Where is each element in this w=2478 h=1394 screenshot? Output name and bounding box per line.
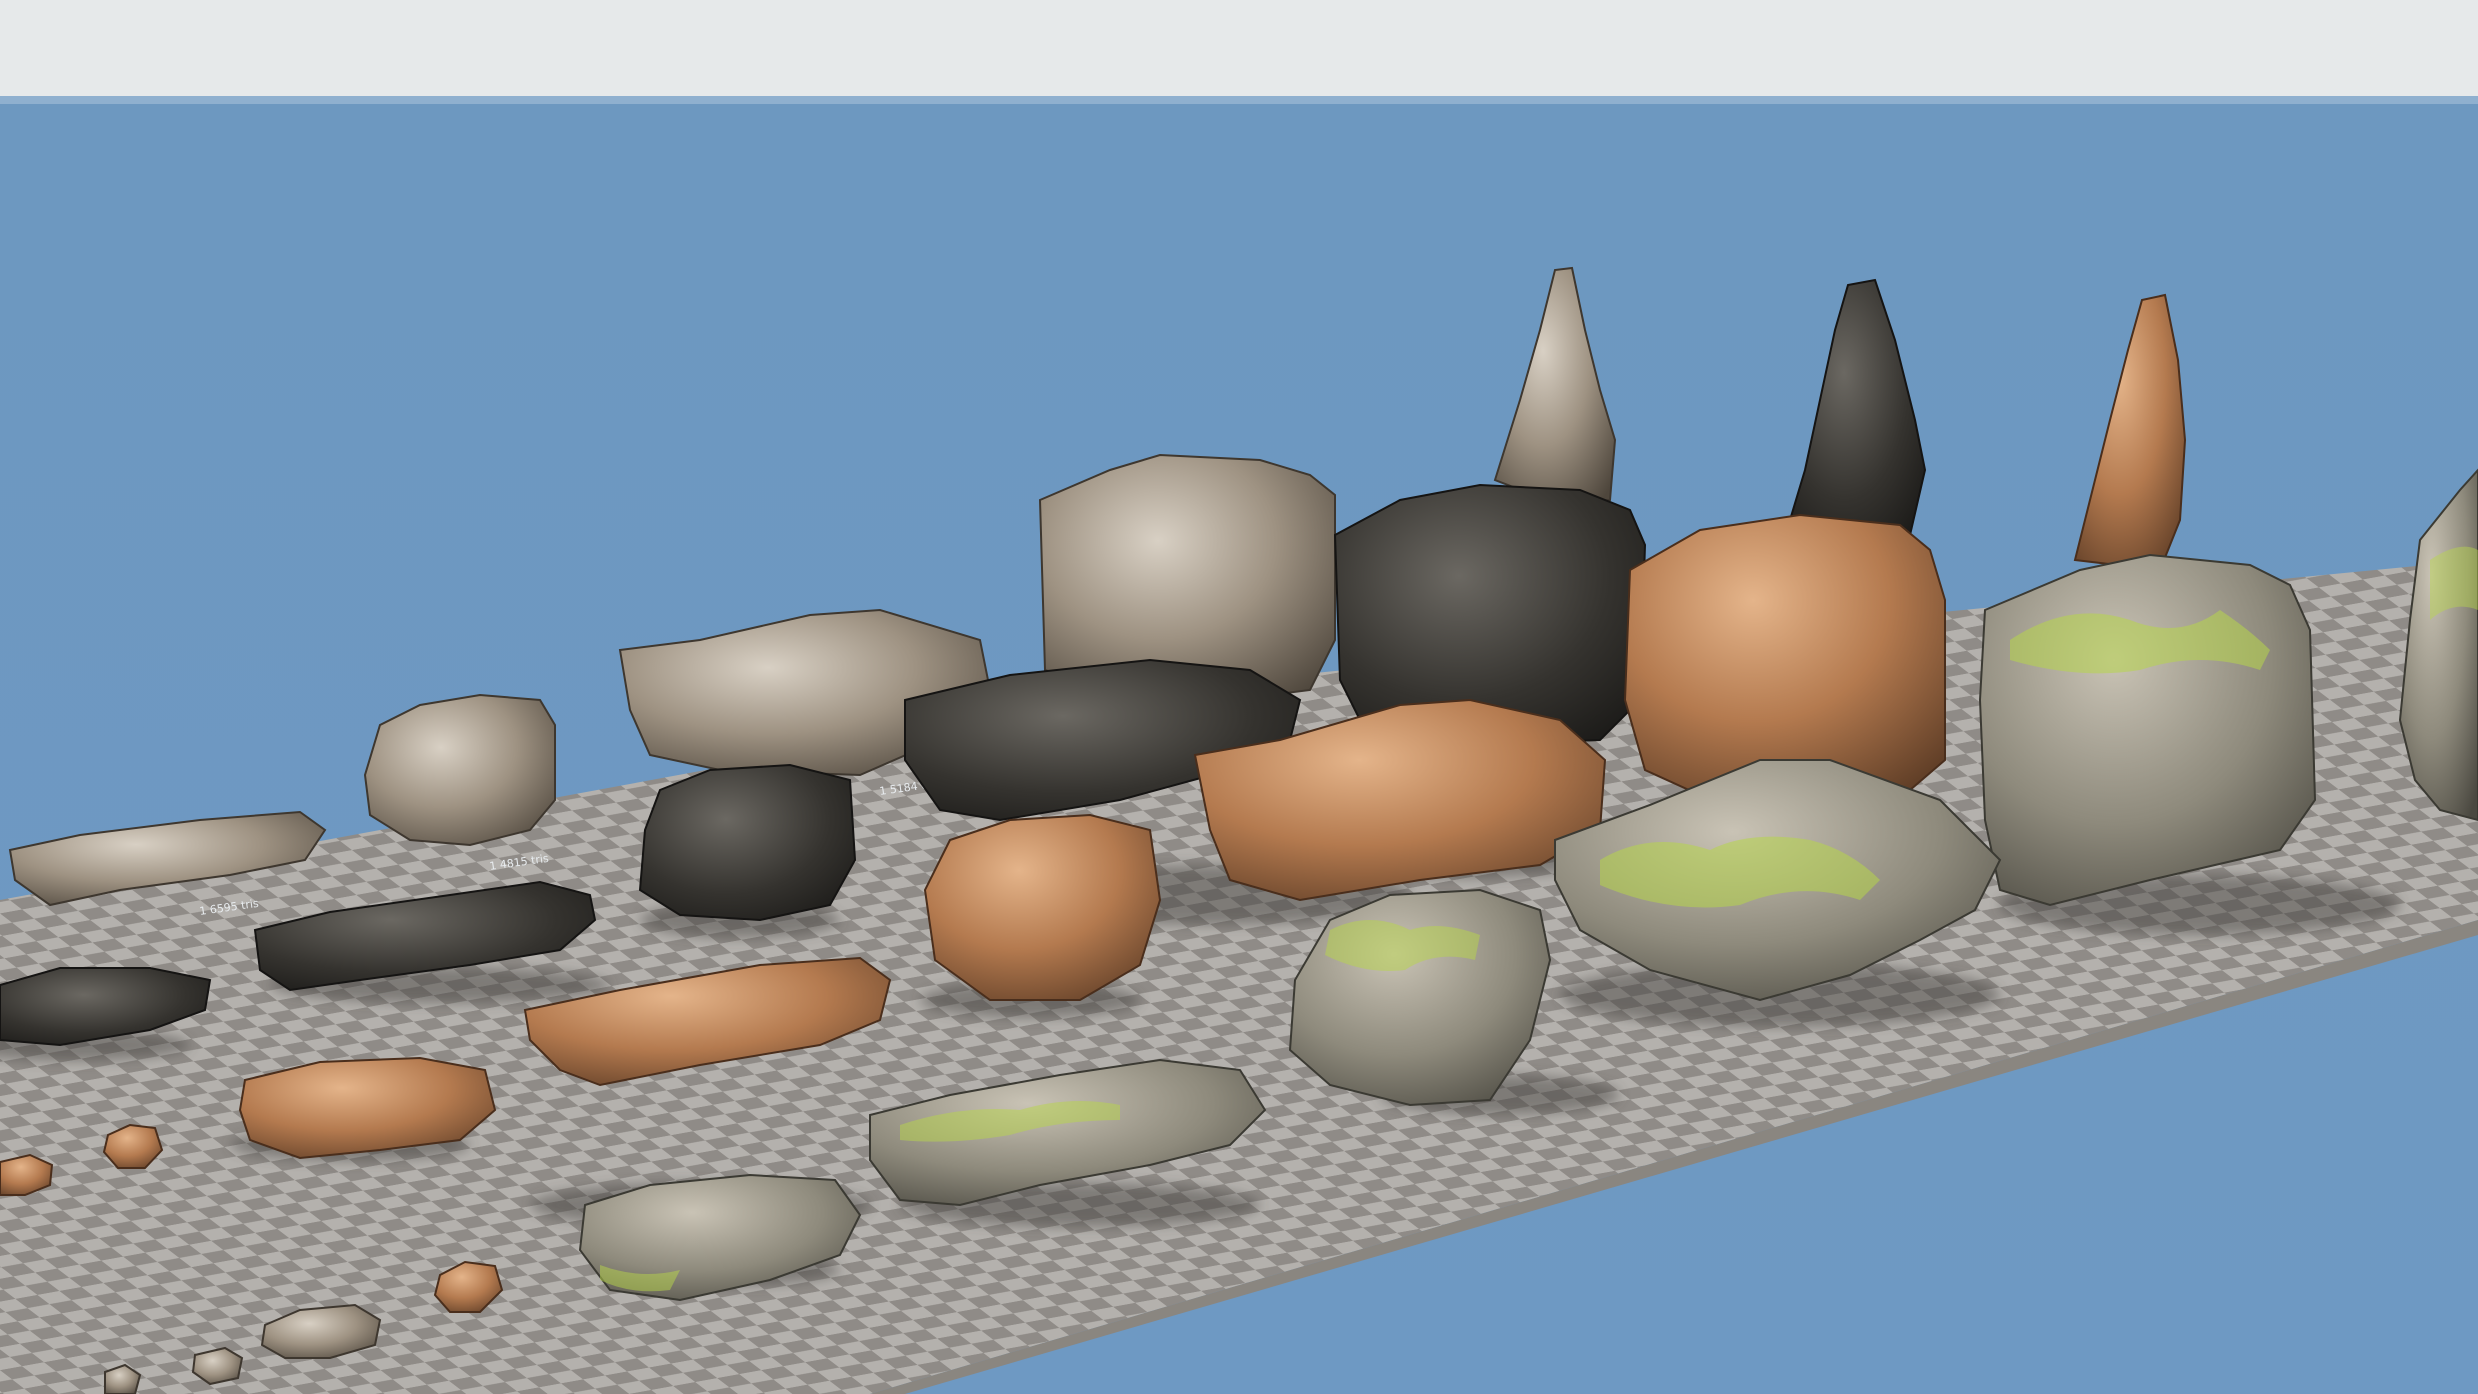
rock-asset-showcase-scene: 1 6595 tris 1 4815 tris 1 5184 tris bbox=[0, 0, 2478, 1394]
rock-cube-orange bbox=[923, 813, 1162, 1001]
rock-cube-dark bbox=[638, 763, 857, 922]
rock-block-mossy-large bbox=[1978, 553, 2317, 907]
rock-cube-grey-small bbox=[363, 693, 556, 847]
rock-block-orange-large bbox=[1623, 513, 1946, 802]
sky-band bbox=[0, 0, 2478, 100]
sky-horizon-line bbox=[0, 96, 2478, 104]
